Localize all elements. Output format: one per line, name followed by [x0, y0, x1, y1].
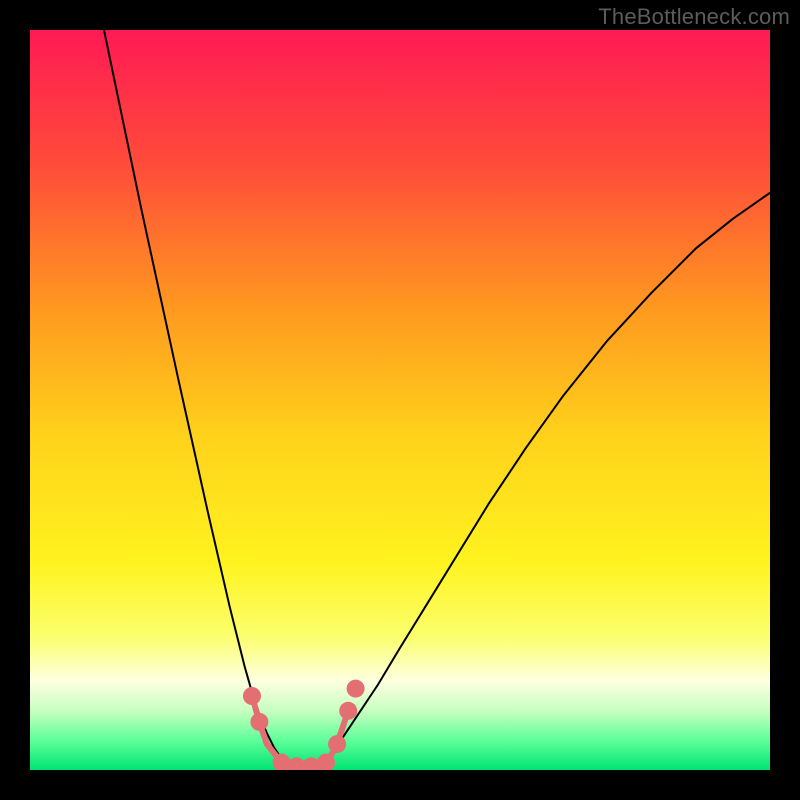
valley-marker	[339, 702, 357, 720]
valley-marker	[328, 735, 346, 753]
plot-frame	[30, 30, 770, 770]
valley-marker	[243, 687, 261, 705]
bottleneck-chart	[30, 30, 770, 770]
valley-marker	[347, 680, 365, 698]
valley-marker	[250, 713, 268, 731]
watermark-text: TheBottleneck.com	[598, 4, 790, 30]
chart-background	[30, 30, 770, 770]
